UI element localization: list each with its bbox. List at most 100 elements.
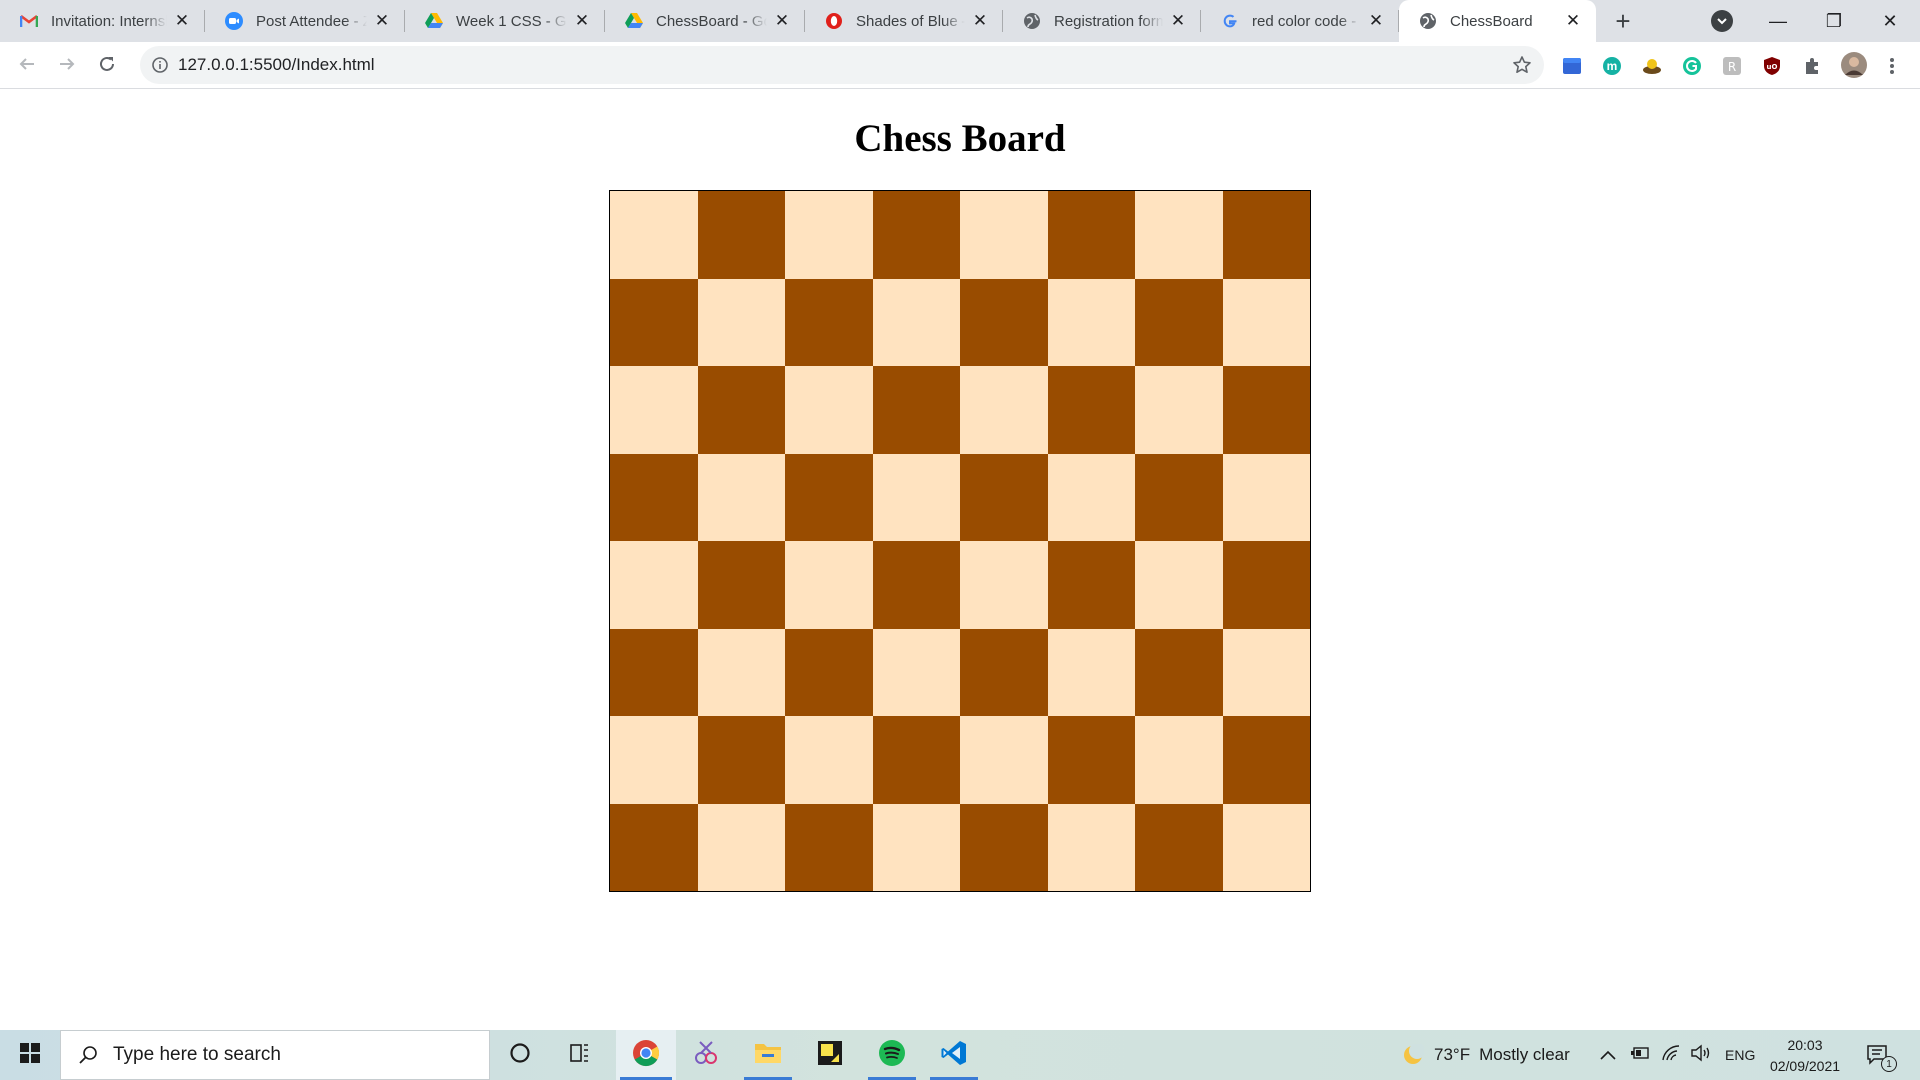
- tab-post-attendee[interactable]: Post Attendee - Zoom ✕: [205, 0, 405, 42]
- arrow-left-icon: [18, 55, 36, 78]
- reload-button[interactable]: [91, 50, 123, 82]
- taskbar-app-sticky-notes[interactable]: [802, 1030, 858, 1080]
- globe-icon: [1419, 12, 1437, 30]
- sticky-notes-icon: [817, 1040, 843, 1071]
- address-bar[interactable]: 127.0.0.1:5500/Index.html: [140, 46, 1544, 84]
- light-square-f7: [1047, 278, 1135, 366]
- motion-extension-icon[interactable]: m: [1600, 54, 1624, 78]
- ublock-origin-icon[interactable]: uO: [1760, 54, 1784, 78]
- dark-square-c1: [785, 803, 873, 891]
- page-viewport: Chess Board: [0, 89, 1920, 1030]
- language-indicator[interactable]: ENG: [1725, 1030, 1755, 1080]
- file-explorer-icon: [754, 1041, 782, 1070]
- new-tab-button[interactable]: +: [1608, 6, 1638, 36]
- close-icon[interactable]: ✕: [773, 11, 791, 30]
- tab-red-color-code[interactable]: red color code - Google Search ✕: [1201, 0, 1399, 42]
- svg-text:R: R: [1728, 60, 1736, 74]
- bookmark-star-icon[interactable]: [1510, 53, 1534, 77]
- dark-square-h6: [1222, 366, 1310, 454]
- arrow-right-icon: [58, 55, 76, 78]
- light-square-a2: [610, 716, 698, 804]
- speaker-icon: [1690, 1044, 1712, 1067]
- extensions-puzzle-icon[interactable]: [1800, 54, 1824, 78]
- light-square-a4: [610, 541, 698, 629]
- tab-week1-css[interactable]: Week 1 CSS - Google Drive ✕: [405, 0, 605, 42]
- close-icon[interactable]: ✕: [1564, 11, 1582, 30]
- hidden-icons-button[interactable]: [1600, 1030, 1616, 1080]
- restore-button[interactable]: ❐: [1806, 0, 1862, 42]
- dark-square-g7: [1135, 278, 1223, 366]
- light-square-e8: [960, 191, 1048, 279]
- tab-chessboard-drive[interactable]: ChessBoard - Google Drive ✕: [605, 0, 805, 42]
- taskbar-search-box[interactable]: Type here to search: [60, 1030, 490, 1080]
- battery-status[interactable]: [1630, 1030, 1650, 1080]
- taskbar-app-snip-sketch[interactable]: [678, 1030, 734, 1080]
- tab-shades-of-blue[interactable]: Shades of Blue – Colors ✕: [805, 0, 1003, 42]
- battery-icon: [1630, 1045, 1650, 1065]
- action-center-button[interactable]: 1: [1866, 1030, 1897, 1080]
- profile-avatar-icon[interactable]: [1840, 51, 1868, 79]
- tab-chessboard[interactable]: ChessBoard ✕: [1399, 0, 1596, 42]
- close-icon[interactable]: ✕: [971, 11, 989, 30]
- task-view-button[interactable]: [553, 1030, 607, 1080]
- back-button[interactable]: [11, 50, 43, 82]
- beaver-extension-icon[interactable]: [1640, 54, 1664, 78]
- close-icon[interactable]: ✕: [1367, 11, 1385, 30]
- dark-square-h2: [1222, 716, 1310, 804]
- close-icon[interactable]: ✕: [173, 11, 191, 30]
- light-square-e6: [960, 366, 1048, 454]
- dark-square-g5: [1135, 453, 1223, 541]
- task-view-icon: [569, 1042, 591, 1069]
- taskbar-app-vscode[interactable]: [926, 1030, 982, 1080]
- light-square-c4: [785, 541, 873, 629]
- google-docs-offline-icon[interactable]: [1560, 54, 1584, 78]
- tab-invitation[interactable]: Invitation: Internship ✕: [0, 0, 205, 42]
- network-status[interactable]: [1661, 1030, 1681, 1080]
- dark-square-b4: [697, 541, 785, 629]
- chess-board: [609, 190, 1311, 892]
- grammarly-icon[interactable]: [1680, 54, 1704, 78]
- close-icon[interactable]: ✕: [1169, 11, 1187, 30]
- spotify-icon: [878, 1039, 906, 1072]
- dark-square-a5: [610, 453, 698, 541]
- start-button[interactable]: [0, 1030, 60, 1080]
- weather-widget[interactable]: 73°F Mostly clear: [1402, 1030, 1570, 1080]
- kebab-menu-icon[interactable]: [1880, 54, 1904, 78]
- forward-button[interactable]: [51, 50, 83, 82]
- light-square-h5: [1222, 453, 1310, 541]
- url-text[interactable]: 127.0.0.1:5500/Index.html: [178, 55, 375, 75]
- dark-square-g3: [1135, 628, 1223, 716]
- minimize-button[interactable]: —: [1750, 0, 1806, 42]
- taskbar-app-file-explorer[interactable]: [740, 1030, 796, 1080]
- light-square-e2: [960, 716, 1048, 804]
- light-square-b7: [697, 278, 785, 366]
- tab-strip: Invitation: Internship ✕ Post Attendee -…: [0, 0, 1920, 42]
- taskbar-app-spotify[interactable]: [864, 1030, 920, 1080]
- cortana-button[interactable]: [493, 1030, 547, 1080]
- tab-registration-form[interactable]: Registration form ✕: [1003, 0, 1201, 42]
- close-window-button[interactable]: ✕: [1862, 0, 1918, 42]
- dark-square-a3: [610, 628, 698, 716]
- clock[interactable]: 20:03 02/09/2021: [1760, 1035, 1850, 1077]
- light-square-c8: [785, 191, 873, 279]
- tab-title: Post Attendee - Zoom: [256, 12, 367, 30]
- dark-square-h8: [1222, 191, 1310, 279]
- close-icon[interactable]: ✕: [573, 11, 591, 30]
- chevron-down-icon: [1717, 12, 1727, 30]
- notification-badge: 1: [1881, 1056, 1897, 1072]
- taskbar-app-chrome[interactable]: [616, 1030, 676, 1080]
- light-square-h7: [1222, 278, 1310, 366]
- dark-square-b6: [697, 366, 785, 454]
- light-square-a8: [610, 191, 698, 279]
- light-square-g2: [1135, 716, 1223, 804]
- close-icon[interactable]: ✕: [373, 11, 391, 30]
- tab-title: Week 1 CSS - Google Drive: [456, 12, 567, 30]
- tab-search-button[interactable]: [1711, 10, 1733, 32]
- info-icon[interactable]: [150, 55, 170, 75]
- page-heading: Chess Board: [854, 117, 1066, 160]
- translate-extension-icon[interactable]: R: [1720, 54, 1744, 78]
- volume-control[interactable]: [1690, 1030, 1712, 1080]
- light-square-g4: [1135, 541, 1223, 629]
- light-square-f5: [1047, 453, 1135, 541]
- chevron-up-icon: [1600, 1045, 1616, 1065]
